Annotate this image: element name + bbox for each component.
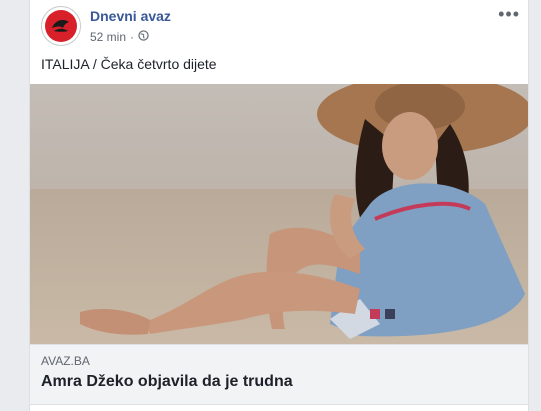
avaz-logo-icon [45,10,77,42]
link-headline[interactable]: Amra Džeko objavila da je trudna [41,373,293,391]
page-name-link[interactable]: Dnevni avaz [90,8,171,24]
page-avatar[interactable] [41,6,81,46]
more-options-icon[interactable]: ••• [498,4,520,25]
link-domain: AVAZ.BA [41,354,90,368]
divider [30,404,528,405]
post-text: ITALIJA / Čeka četvrto dijete [41,56,217,72]
post-timestamp[interactable]: 52 min [90,30,126,44]
meta-separator: · [130,30,135,44]
link-preview-caption[interactable]: AVAZ.BA Amra Džeko objavila da je trudna [30,344,528,405]
link-preview-image[interactable] [30,84,528,344]
post-meta: 52 min · [90,30,149,44]
news-feed-post: Dnevni avaz 52 min · ••• ITALIJA / Čeka … [29,0,529,411]
globe-icon[interactable] [138,30,149,44]
